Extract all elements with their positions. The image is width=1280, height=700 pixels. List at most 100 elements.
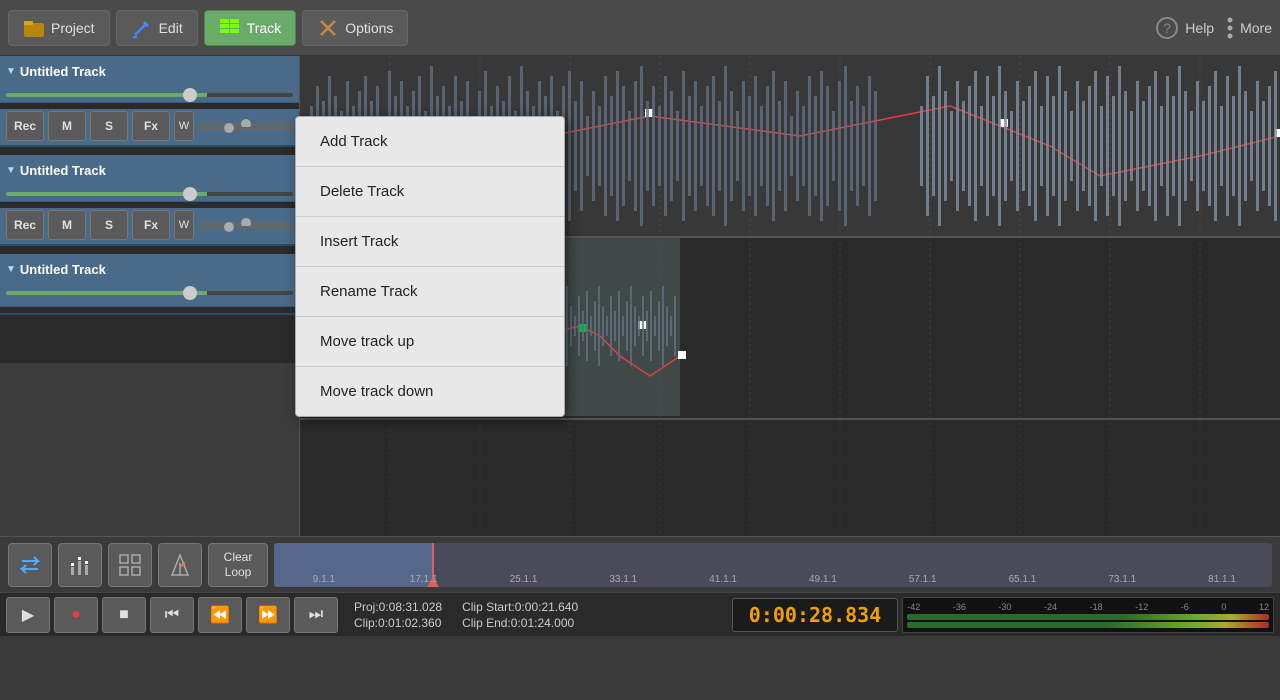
track2-arrow: ▼ (6, 165, 16, 176)
tick-4: 33.1.1 (573, 574, 673, 585)
project-label: Project (51, 20, 95, 36)
track2-m-button[interactable]: M (48, 210, 86, 240)
tick-3: 25.1.1 (474, 574, 574, 585)
tick-7: 57.1.1 (873, 574, 973, 585)
tick-6: 49.1.1 (773, 574, 873, 585)
options-button[interactable]: Options (302, 10, 408, 46)
track-1: ▼ Untitled Track Rec M S Fx W (0, 56, 299, 147)
tick-8: 65.1.1 (973, 574, 1073, 585)
waveform-track3-svg (300, 416, 1280, 536)
clear-loop-label: Clear Loop (224, 550, 253, 579)
track-separator-2 (0, 246, 299, 254)
context-menu: Add Track Delete Track Insert Track Rena… (295, 116, 565, 417)
track2-volume-slider[interactable] (6, 192, 293, 196)
toolbar-right: ? Help More (1155, 16, 1272, 40)
add-track-label: Add Track (320, 133, 388, 150)
mixer-button[interactable] (58, 543, 102, 587)
track-label: Track (247, 20, 281, 36)
ruler-ticks: 9.1.1 17.1.1 25.1.1 33.1.1 41.1.1 49.1.1… (274, 574, 1272, 585)
clip-start: Clip Start:0:00:21.640 (462, 600, 578, 614)
metronome-button[interactable] (158, 543, 202, 587)
clip-time: Clip:0:01:02.360 (354, 616, 442, 630)
bottom-controls: Clear Loop 9.1.1 17.1.1 25.1.1 33.1.1 41… (0, 536, 1280, 592)
move-track-up-item[interactable]: Move track up (296, 317, 564, 367)
edit-label: Edit (159, 20, 183, 36)
timeline-area[interactable]: 9.1.1 17.1.1 25.1.1 33.1.1 41.1.1 49.1.1… (274, 543, 1272, 587)
play-button[interactable]: ▶ (6, 597, 50, 633)
move-track-down-item[interactable]: Move track down (296, 367, 564, 416)
tracks-panel: ▼ Untitled Track Rec M S Fx W (0, 56, 300, 536)
track1-s-button[interactable]: S (90, 111, 128, 141)
track2-w-button[interactable]: W (174, 210, 194, 240)
mixer-icon (68, 553, 92, 577)
help-label: Help (1185, 20, 1214, 36)
clear-loop-button[interactable]: Clear Loop (208, 543, 268, 587)
help-icon: ? (1155, 16, 1179, 40)
folder-icon (23, 17, 45, 39)
track2-title: Untitled Track (20, 163, 106, 178)
back-icon: ⏪ (210, 605, 230, 625)
rewind-icon: ⏮ (165, 606, 179, 624)
project-button[interactable]: Project (8, 10, 110, 46)
meter-content: -42 -36 -30 -24 -18 -12 -6 0 12 (907, 602, 1269, 628)
track1-m-button[interactable]: M (48, 111, 86, 141)
stop-button[interactable]: ■ (102, 597, 146, 633)
track2-rec-button[interactable]: Rec (6, 210, 44, 240)
edit-icon (131, 17, 153, 39)
move-track-down-label: Move track down (320, 383, 433, 400)
edit-button[interactable]: Edit (116, 10, 198, 46)
more-dots-icon (1226, 16, 1234, 40)
track-button[interactable]: Track (204, 10, 296, 46)
help-button[interactable]: ? Help (1155, 16, 1214, 40)
track2-fx-button[interactable]: Fx (132, 210, 170, 240)
record-button[interactable]: ● (54, 597, 98, 633)
delete-track-item[interactable]: Delete Track (296, 167, 564, 217)
meter-bar-r (907, 622, 1269, 628)
end-button[interactable]: ⏭ (294, 597, 338, 633)
transport-bar: ▶ ● ■ ⏮ ⏪ ⏩ ⏭ Proj:0:08:31.028 Clip:0:01… (0, 592, 1280, 636)
tick-9: 73.1.1 (1072, 574, 1172, 585)
tick-5: 41.1.1 (673, 574, 773, 585)
track1-arrow: ▼ (6, 66, 16, 77)
more-label: More (1240, 20, 1272, 36)
track1-fx-button[interactable]: Fx (132, 111, 170, 141)
tick-1: 9.1.1 (274, 574, 374, 585)
wf-divider-2 (300, 418, 1280, 420)
rewind-button[interactable]: ⏮ (150, 597, 194, 633)
track1-title: Untitled Track (20, 64, 106, 79)
main-area: ▼ Untitled Track Rec M S Fx W (0, 56, 1280, 536)
transport-info: Proj:0:08:31.028 Clip:0:01:02.360 Clip S… (342, 600, 728, 630)
track-panel-footer (0, 315, 299, 363)
record-icon: ● (71, 606, 81, 624)
track1-sub-sliders (198, 123, 293, 130)
track3-title: Untitled Track (20, 262, 106, 277)
back-button[interactable]: ⏪ (198, 597, 242, 633)
rename-track-label: Rename Track (320, 283, 418, 300)
toolbar: Project Edit Track Options (0, 0, 1280, 56)
forward-button[interactable]: ⏩ (246, 597, 290, 633)
add-track-item[interactable]: Add Track (296, 117, 564, 167)
rename-track-item[interactable]: Rename Track (296, 267, 564, 317)
metronome-icon (168, 553, 192, 577)
track1-rec-button[interactable]: Rec (6, 111, 44, 141)
track3-volume-slider[interactable] (6, 291, 293, 295)
track1-w-button[interactable]: W (174, 111, 194, 141)
track1-aux-slider[interactable] (198, 127, 293, 130)
meter-bar-l (907, 614, 1269, 620)
track1-volume-slider[interactable] (6, 93, 293, 97)
track-icon (219, 17, 241, 39)
track3-bottom-line (0, 307, 299, 313)
svg-text:?: ? (1163, 20, 1171, 36)
loop-button[interactable] (8, 543, 52, 587)
track2-aux-slider[interactable] (198, 226, 293, 229)
meter-labels: -42 -36 -30 -24 -18 -12 -6 0 12 (907, 602, 1269, 612)
track2-s-button[interactable]: S (90, 210, 128, 240)
insert-track-item[interactable]: Insert Track (296, 217, 564, 267)
insert-track-label: Insert Track (320, 233, 398, 250)
options-label: Options (345, 20, 393, 36)
grid-button[interactable] (108, 543, 152, 587)
more-button[interactable]: More (1226, 16, 1272, 40)
track-separator-1 (0, 147, 299, 155)
track2-sub-sliders (198, 222, 293, 229)
tick-2: 17.1.1 (374, 574, 474, 585)
